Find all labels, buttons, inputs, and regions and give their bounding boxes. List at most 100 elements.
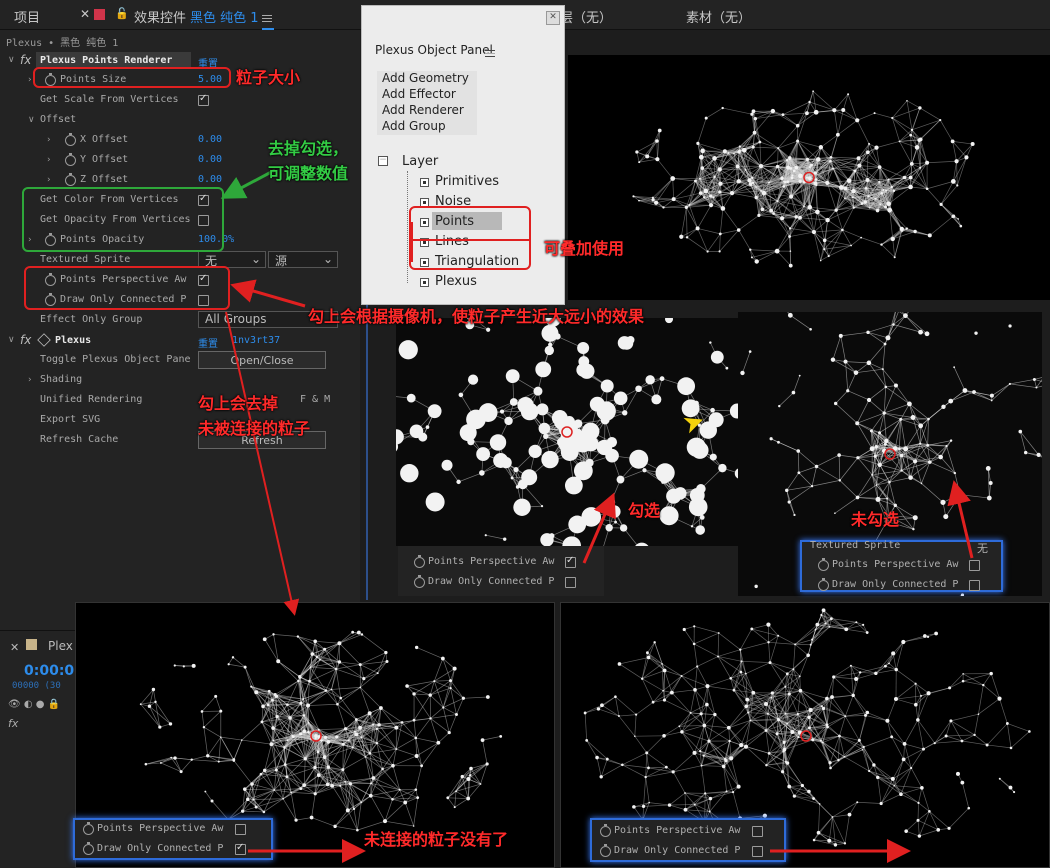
particle-point bbox=[875, 484, 878, 486]
plexus-line bbox=[986, 723, 1008, 746]
timecode[interactable]: 0:00:0 bbox=[24, 663, 74, 679]
tab-project[interactable]: 项目 bbox=[14, 7, 40, 26]
close-icon[interactable]: ✕ bbox=[546, 11, 560, 25]
fx-icon[interactable]: fx bbox=[20, 333, 31, 347]
particle-point bbox=[273, 789, 276, 791]
particle-point bbox=[325, 782, 330, 787]
particle-point bbox=[348, 782, 353, 786]
tree-item-primitives[interactable]: Primitives bbox=[435, 174, 499, 189]
plexus-line bbox=[786, 485, 813, 491]
particle-point bbox=[232, 759, 236, 762]
visibility-icons[interactable]: 👁 ◐ ● 🔒 bbox=[8, 699, 60, 710]
chevron-right-icon[interactable]: › bbox=[47, 135, 51, 145]
scale-vertices-checkbox[interactable] bbox=[198, 93, 209, 106]
particle-point bbox=[383, 819, 388, 824]
plexus-header[interactable]: ∨ fx Plexus 重置 1nv3rt37 bbox=[0, 330, 360, 350]
chevron-down-icon[interactable]: ∨ bbox=[8, 335, 15, 345]
particle-point bbox=[200, 710, 204, 713]
close-icon[interactable]: ✕ bbox=[10, 641, 19, 654]
y-offset-value[interactable]: 0.00 bbox=[198, 154, 222, 165]
stopwatch-icon[interactable] bbox=[65, 153, 76, 166]
chevron-right-icon[interactable]: › bbox=[28, 75, 32, 85]
particle-point bbox=[469, 766, 473, 771]
add-renderer-button[interactable]: Add Renderer bbox=[377, 103, 477, 119]
plexus-line bbox=[454, 798, 469, 808]
chevron-right-icon[interactable]: › bbox=[47, 175, 51, 185]
open-close-button[interactable]: Open/Close bbox=[198, 351, 326, 369]
plexus-line bbox=[919, 107, 941, 121]
plexus-line bbox=[812, 90, 835, 111]
fx-icon[interactable]: fx bbox=[8, 717, 18, 730]
particle-point bbox=[684, 205, 688, 209]
add-effector-button[interactable]: Add Effector bbox=[377, 87, 477, 103]
plexus-line bbox=[811, 480, 840, 487]
tab-effect-controls[interactable]: 效果控件 bbox=[134, 7, 186, 26]
perspective-checkbox[interactable] bbox=[969, 560, 980, 571]
particle-point bbox=[890, 185, 893, 189]
plexus-line bbox=[370, 789, 400, 797]
chevron-down-icon[interactable]: ∨ bbox=[28, 115, 35, 125]
particle-point bbox=[485, 695, 490, 699]
plexus-line bbox=[401, 722, 417, 739]
draw-connected-checkbox[interactable] bbox=[565, 577, 576, 588]
stopwatch-icon[interactable] bbox=[65, 133, 76, 146]
particle-point bbox=[695, 525, 706, 535]
plexus-reset-link[interactable]: 重置 bbox=[198, 335, 218, 350]
plexus-line bbox=[719, 233, 721, 252]
particle-point bbox=[834, 512, 836, 515]
plexus-line bbox=[361, 634, 387, 653]
particle-point bbox=[381, 767, 384, 771]
chevron-right-icon[interactable]: › bbox=[47, 155, 51, 165]
z-offset-value[interactable]: 0.00 bbox=[198, 174, 222, 185]
particle-point bbox=[139, 703, 142, 706]
plexus-line bbox=[1009, 379, 1035, 385]
x-offset-value[interactable]: 0.00 bbox=[198, 134, 222, 145]
particle-point bbox=[461, 696, 465, 700]
plexus-line bbox=[816, 454, 840, 467]
plexus-line bbox=[463, 696, 488, 699]
stopwatch-icon[interactable] bbox=[65, 173, 76, 186]
particle-point bbox=[1036, 452, 1041, 457]
perspective-checkbox[interactable] bbox=[565, 555, 576, 568]
chevron-down-icon[interactable]: ∨ bbox=[8, 55, 15, 65]
particle-point bbox=[918, 423, 924, 429]
plexus-line bbox=[835, 403, 858, 424]
lock-icon[interactable]: 🔓 bbox=[115, 7, 129, 20]
fx-icon[interactable]: fx bbox=[20, 53, 31, 67]
plexus-line bbox=[895, 385, 910, 405]
particle-cloud bbox=[583, 608, 1031, 852]
plexus-line bbox=[842, 207, 855, 231]
timeline-tab[interactable]: Plex bbox=[48, 639, 73, 653]
plexus-line bbox=[278, 660, 300, 677]
plexus-line bbox=[929, 445, 947, 463]
unified-rendering-value[interactable]: F & M bbox=[300, 394, 330, 405]
particle-point bbox=[877, 165, 882, 169]
chevron-right-icon[interactable]: › bbox=[28, 375, 32, 385]
plexus-line bbox=[844, 695, 854, 717]
draw-connected-checkbox[interactable] bbox=[969, 580, 980, 591]
tree-item-plexus[interactable]: Plexus bbox=[435, 274, 477, 289]
plexus-line bbox=[846, 624, 864, 630]
plexus-line bbox=[334, 810, 349, 827]
layer-info: 层（无） bbox=[560, 11, 613, 26]
particle-point bbox=[581, 445, 588, 452]
particle-point bbox=[467, 374, 479, 385]
plexus-id[interactable]: 1nv3rt37 bbox=[232, 335, 280, 346]
collapse-icon[interactable]: − bbox=[378, 156, 388, 166]
plexus-line bbox=[430, 718, 439, 743]
plexus-line bbox=[360, 687, 382, 709]
menu-icon[interactable] bbox=[262, 11, 272, 26]
particle-point bbox=[735, 164, 740, 169]
add-group-button[interactable]: Add Group bbox=[377, 119, 477, 135]
add-geometry-button[interactable]: Add Geometry bbox=[377, 71, 477, 87]
source-select[interactable]: 源 ⌄ bbox=[268, 251, 338, 268]
close-icon[interactable]: ✕ bbox=[80, 7, 90, 21]
tree-root-layer[interactable]: Layer bbox=[402, 154, 438, 169]
particle-point bbox=[885, 335, 891, 341]
particle-point bbox=[709, 341, 712, 344]
particle-point bbox=[708, 203, 714, 208]
particle-point bbox=[812, 90, 815, 93]
particle-point bbox=[250, 685, 253, 688]
menu-icon[interactable] bbox=[485, 47, 495, 60]
plexus-line bbox=[342, 747, 354, 770]
